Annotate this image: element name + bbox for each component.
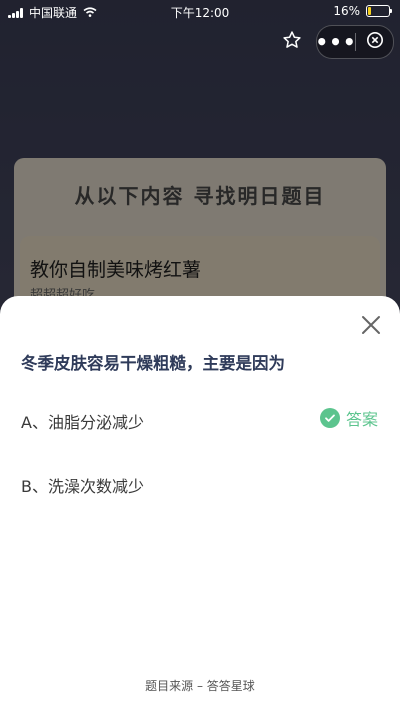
check-icon: [319, 408, 340, 428]
battery-icon: [366, 5, 392, 17]
close-icon: [360, 316, 382, 340]
favorite-button[interactable]: [277, 28, 307, 56]
option-a[interactable]: A、油脂分泌减少: [21, 409, 144, 433]
sheet-close-button[interactable]: [360, 314, 382, 336]
question-text: 冬季皮肤容易干燥粗糙，主要是因为: [21, 354, 285, 373]
more-icon: •••: [315, 30, 357, 54]
close-circle-icon: [366, 31, 384, 53]
battery-percent: 16%: [333, 4, 360, 18]
answer-badge: 答案: [319, 406, 378, 430]
option-b[interactable]: B、洗澡次数减少: [21, 473, 144, 497]
quiz-sheet: 冬季皮肤容易干燥粗糙，主要是因为 A、油脂分泌减少 答案 B、洗澡次数减少 题目…: [0, 296, 400, 711]
more-button[interactable]: •••: [315, 26, 357, 58]
exit-button[interactable]: [356, 26, 393, 58]
star-icon: [282, 30, 302, 54]
mini-program-capsule: •••: [315, 25, 394, 59]
status-bar: 中国联通 下午12:00 16%: [0, 0, 400, 22]
question-source: 题目来源 – 答答星球: [145, 679, 255, 693]
answer-label: 答案: [345, 410, 378, 429]
